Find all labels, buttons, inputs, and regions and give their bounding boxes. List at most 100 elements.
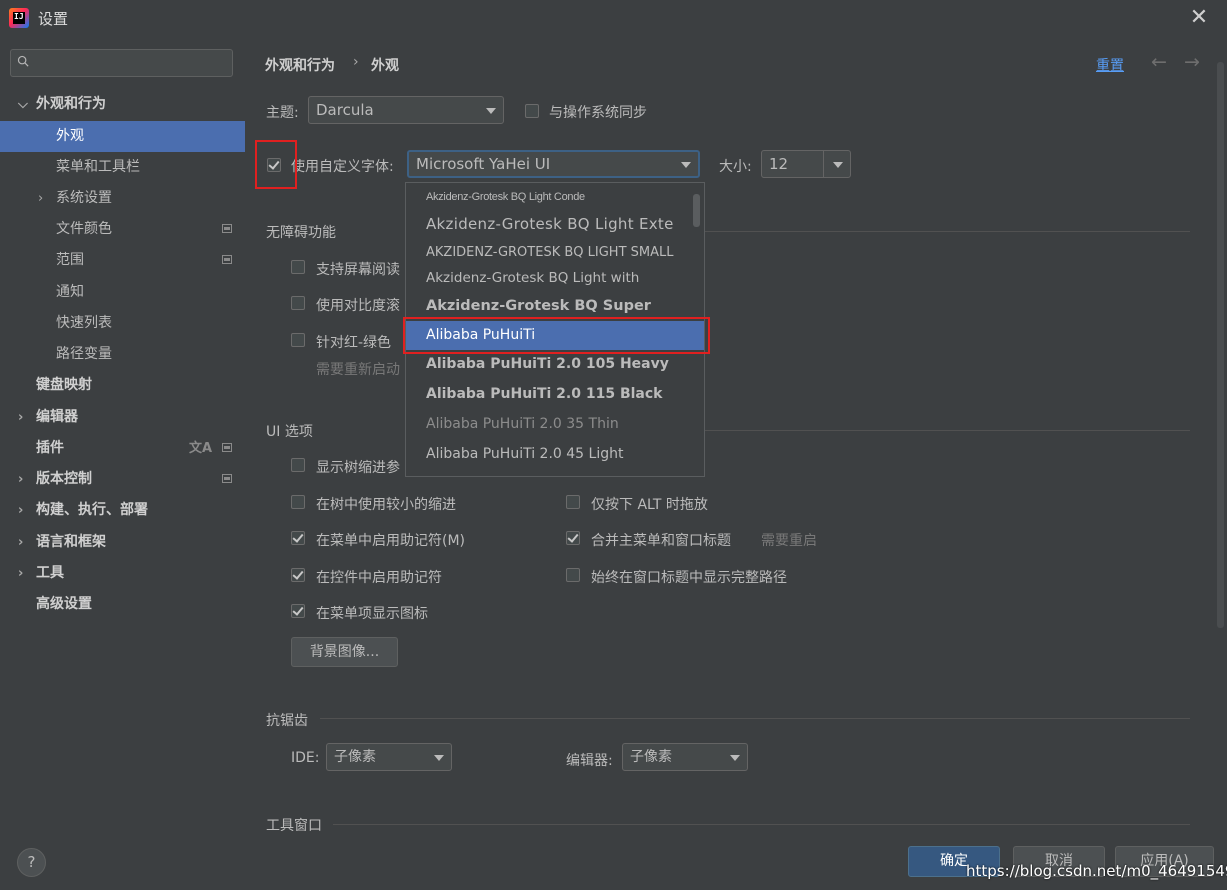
- sidebar-item-label: 外观和行为: [36, 96, 106, 112]
- sidebar-item-label: 版本控制: [36, 471, 92, 487]
- theme-label: 主题:: [266, 105, 299, 121]
- settings-content: 外观和行为 › 外观 重置 ← → 主题: Darcula 与操作系统同步 使用…: [245, 36, 1227, 834]
- editor-antialias-label: 编辑器:: [566, 753, 613, 769]
- ide-antialias-select[interactable]: 子像素: [326, 743, 452, 771]
- editor-antialias-select[interactable]: 子像素: [622, 743, 748, 771]
- back-arrow-icon[interactable]: ←: [1151, 51, 1167, 73]
- font-size-select[interactable]: 12: [761, 150, 851, 178]
- dropdown-arrow-icon: [434, 755, 444, 761]
- sidebar-item-editor[interactable]: › 编辑器: [0, 402, 245, 433]
- theme-select[interactable]: Darcula: [308, 96, 504, 124]
- merge-menu-checkbox[interactable]: [566, 531, 580, 545]
- font-option[interactable]: Alibaba PuHuiTi 2.0 35 Thin: [406, 410, 704, 439]
- font-option[interactable]: Alibaba PuHuiTi 2.0 105 Heavy: [406, 350, 704, 379]
- sidebar-item-label: 文件颜色: [56, 221, 112, 237]
- font-option[interactable]: Akzidenz-Grotesk BQ Light with: [406, 264, 704, 293]
- breadcrumb-separator: ›: [353, 54, 359, 70]
- dropdown-arrow-icon: [833, 162, 843, 168]
- sidebar-item-languages-frameworks[interactable]: › 语言和框架: [0, 527, 245, 558]
- screen-reader-label: 支持屏幕阅读: [316, 262, 400, 278]
- sidebar-item-advanced-settings[interactable]: 高级设置: [0, 589, 245, 620]
- font-option[interactable]: Akzidenz-Grotesk BQ Light Conde: [406, 183, 704, 212]
- sidebar-item-keymap[interactable]: 键盘映射: [0, 370, 245, 401]
- chevron-right-icon: ›: [18, 472, 24, 487]
- chevron-right-icon: ›: [38, 191, 44, 206]
- font-option[interactable]: Akzidenz-Grotesk BQ Light Exte: [406, 210, 704, 239]
- chevron-right-icon: ›: [18, 410, 24, 425]
- project-level-icon: [222, 255, 232, 264]
- watermark-text: https://blog.csdn.net/m0_46491549: [966, 862, 1227, 880]
- font-family-value: Microsoft YaHei UI: [416, 155, 551, 173]
- control-mnemonic-label: 在控件中启用助记符: [316, 570, 442, 586]
- reset-link[interactable]: 重置: [1096, 55, 1124, 75]
- custom-font-label: 使用自定义字体:: [291, 159, 394, 175]
- sidebar-item-version-control[interactable]: › 版本控制: [0, 464, 245, 495]
- sidebar-item-appearance-behavior[interactable]: ⌵ 外观和行为: [0, 89, 245, 120]
- font-option[interactable]: Alibaba PuHuiTi 2.0 45 Light: [406, 440, 704, 469]
- project-level-icon: [222, 224, 232, 233]
- contrast-scrollbar-checkbox[interactable]: [291, 296, 305, 310]
- accessibility-section-title: 无障碍功能: [266, 225, 336, 241]
- smaller-indent-checkbox[interactable]: [291, 495, 305, 509]
- sidebar-item-scopes[interactable]: 范围: [0, 245, 245, 276]
- project-level-icon: [222, 443, 232, 452]
- intellij-app-icon: IJ: [9, 8, 29, 28]
- sidebar-item-label: 构建、执行、部署: [36, 502, 148, 518]
- dropdown-scrollbar[interactable]: [693, 194, 700, 227]
- section-divider: [333, 824, 1190, 825]
- editor-antialias-value: 子像素: [630, 749, 672, 765]
- vertical-scrollbar[interactable]: [1217, 62, 1224, 628]
- breadcrumb-parent[interactable]: 外观和行为: [265, 55, 335, 75]
- background-image-button[interactable]: 背景图像...: [291, 637, 398, 667]
- sidebar-item-notifications[interactable]: 通知: [0, 277, 245, 308]
- font-option[interactable]: Alibaba PuHuiTi 2.0 115 Black: [406, 380, 704, 409]
- sync-os-checkbox[interactable]: [525, 104, 539, 118]
- antialiasing-section-title: 抗锯齿: [266, 713, 308, 729]
- control-mnemonic-checkbox[interactable]: [291, 568, 305, 582]
- sidebar-item-plugins[interactable]: 插件 文A: [0, 433, 245, 464]
- sidebar-item-quick-lists[interactable]: 快速列表: [0, 308, 245, 339]
- title-bar: IJ 设置 ✕: [0, 0, 1227, 36]
- sidebar-item-menus-toolbars[interactable]: 菜单和工具栏: [0, 152, 245, 183]
- menu-icons-checkbox[interactable]: [291, 604, 305, 618]
- sidebar-item-system-settings[interactable]: › 系统设置: [0, 183, 245, 214]
- font-family-select[interactable]: Microsoft YaHei UI: [407, 150, 700, 178]
- sidebar-item-build-execution[interactable]: › 构建、执行、部署: [0, 495, 245, 526]
- help-button[interactable]: ?: [17, 848, 46, 877]
- search-icon: [17, 55, 29, 67]
- sidebar-item-label: 快速列表: [56, 315, 112, 331]
- section-divider: [705, 430, 1190, 431]
- sidebar-item-file-colors[interactable]: 文件颜色: [0, 214, 245, 245]
- red-green-label: 针对红-绿色: [316, 335, 392, 351]
- full-path-checkbox[interactable]: [566, 568, 580, 582]
- sidebar-item-label: 路径变量: [56, 346, 112, 362]
- screen-reader-checkbox[interactable]: [291, 260, 305, 274]
- chevron-right-icon: ›: [18, 535, 24, 550]
- close-icon[interactable]: ✕: [1186, 5, 1212, 31]
- alt-drag-checkbox[interactable]: [566, 495, 580, 509]
- tree-indent-checkbox[interactable]: [291, 458, 305, 472]
- project-level-icon: [222, 474, 232, 483]
- annotation-highlight-font-option: [403, 317, 710, 354]
- sidebar-item-appearance[interactable]: 外观: [0, 121, 245, 152]
- sidebar-item-path-variables[interactable]: 路径变量: [0, 339, 245, 370]
- dialog-footer: ? 确定 取消 应用(A) https://blog.csdn.net/m0_4…: [0, 831, 1227, 890]
- sidebar-item-label: 范围: [56, 252, 84, 268]
- menu-mnemonic-label: 在菜单中启用助记符(M): [316, 533, 466, 549]
- menu-mnemonic-checkbox[interactable]: [291, 531, 305, 545]
- translate-icon: 文A: [188, 441, 212, 456]
- sidebar-item-label: 插件: [36, 440, 64, 456]
- section-divider: [705, 231, 1190, 232]
- settings-search-input[interactable]: [10, 49, 233, 77]
- forward-arrow-icon[interactable]: →: [1184, 51, 1200, 73]
- font-size-value: 12: [769, 155, 789, 173]
- red-green-checkbox[interactable]: [291, 333, 305, 347]
- sidebar-item-tools[interactable]: › 工具: [0, 558, 245, 589]
- font-size-label: 大小:: [719, 159, 752, 175]
- font-option[interactable]: AKZIDENZ-GROTESK BQ LIGHT SMALL: [406, 238, 704, 267]
- ui-options-section-title: UI 选项: [266, 424, 313, 440]
- sidebar-item-label: 工具: [36, 565, 64, 581]
- ide-antialias-label: IDE:: [291, 750, 320, 766]
- sidebar-item-label: 通知: [56, 284, 84, 300]
- sidebar-item-label: 高级设置: [36, 596, 92, 612]
